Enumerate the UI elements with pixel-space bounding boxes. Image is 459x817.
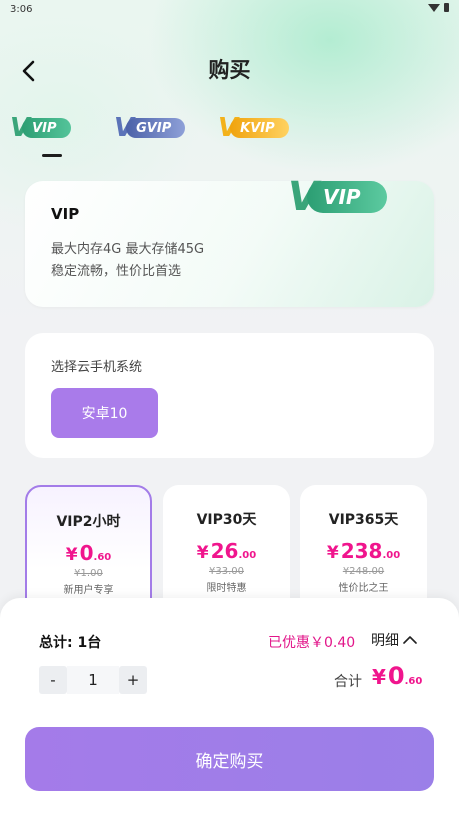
battery-icon — [444, 3, 449, 12]
os-select-label: 选择云手机系统 — [51, 360, 143, 375]
sum-integer: 0 — [387, 662, 405, 690]
plan-tag: 性价比之王 — [338, 583, 389, 594]
currency-symbol: ¥ — [326, 543, 339, 563]
currency-symbol: ¥ — [372, 665, 386, 689]
original-price: ¥1.00 — [74, 568, 103, 579]
original-price: ¥33.00 — [209, 566, 244, 577]
tier-label: VIP — [22, 118, 71, 138]
plan-tag: 新用户专享 — [63, 585, 114, 596]
currency-symbol: ¥ — [65, 545, 78, 565]
plan-name: VIP365天 — [328, 512, 399, 528]
status-time: 3:06 — [10, 4, 33, 15]
active-tab-indicator — [42, 154, 62, 157]
detail-toggle-button[interactable]: 明细 — [371, 630, 417, 650]
currency-symbol: ¥ — [196, 543, 209, 563]
plan-name: VIP2小时 — [56, 514, 121, 530]
increment-button[interactable]: + — [119, 666, 147, 694]
quantity-stepper: - 1 + — [39, 666, 147, 694]
price-integer: 238 — [340, 539, 383, 563]
sum-price: ¥ 0 .60 — [372, 662, 422, 690]
status-icons — [428, 3, 449, 12]
price-decimal: .00 — [382, 550, 401, 561]
badge-label: VIP — [306, 181, 387, 213]
tier-label: KVIP — [230, 118, 289, 138]
plan-price: ¥ 26 .00 — [197, 539, 256, 563]
confirm-purchase-button[interactable]: 确定购买 — [25, 727, 434, 791]
quantity-value[interactable]: 1 — [67, 666, 119, 694]
tab-vip[interactable]: V VIP — [10, 114, 71, 142]
gvip-logo-icon: V GVIP — [114, 115, 186, 141]
sum-decimal: .60 — [404, 676, 423, 687]
os-option-android10[interactable]: 安卓10 — [51, 388, 158, 438]
tab-kvip[interactable]: V KVIP — [218, 114, 289, 142]
decrement-button[interactable]: - — [39, 666, 67, 694]
back-button[interactable] — [14, 56, 44, 86]
tab-gvip[interactable]: V GVIP — [114, 114, 186, 142]
tier-label: GVIP — [126, 118, 186, 138]
vip-badge-icon: V VIP — [288, 177, 387, 217]
plan-price: ¥ 0 .60 — [66, 541, 111, 565]
plan-name: VIP30天 — [196, 512, 257, 528]
sum-label: 合计 — [334, 674, 362, 690]
price-integer: 26 — [210, 539, 239, 563]
wifi-icon — [428, 3, 440, 12]
vip-logo-icon: V VIP — [10, 115, 71, 141]
discount-amount: 已优惠￥0.40 — [268, 635, 356, 651]
chevron-left-icon — [22, 60, 35, 82]
info-title: VIP — [51, 205, 80, 223]
info-specs: 最大内存4G 最大存储45G — [51, 242, 205, 257]
info-description: 稳定流畅，性价比首选 — [51, 264, 182, 279]
price-decimal: .00 — [238, 550, 257, 561]
original-price: ¥248.00 — [342, 566, 385, 577]
price-integer: 0 — [79, 541, 94, 565]
detail-label: 明细 — [371, 633, 399, 649]
plan-tag: 限时特惠 — [206, 583, 247, 594]
plan-price: ¥ 238 .00 — [327, 539, 400, 563]
kvip-logo-icon: V KVIP — [218, 115, 289, 141]
chevron-up-icon — [403, 636, 417, 644]
price-decimal: .60 — [93, 552, 112, 563]
total-count: 总计: 1台 — [39, 635, 102, 651]
